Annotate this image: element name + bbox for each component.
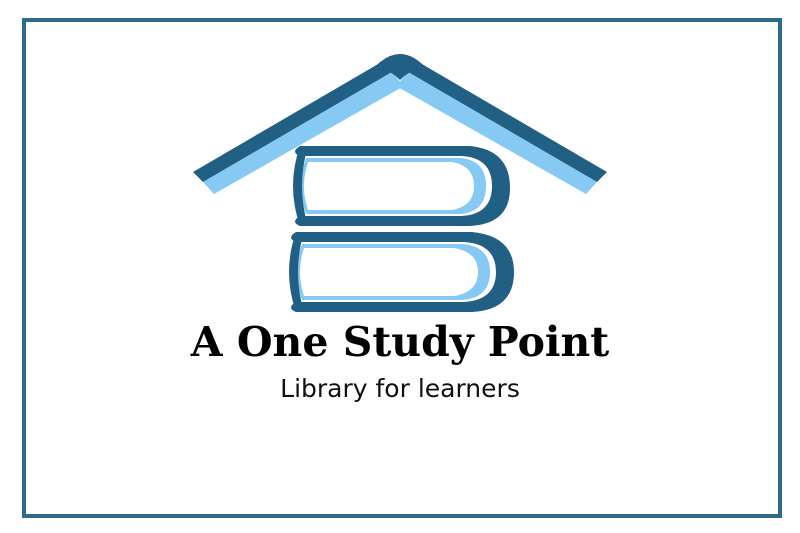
book-house-icon [193,54,607,312]
lower-book-icon [289,232,514,312]
upper-book-icon [293,146,510,226]
brand-title: A One Study Point [190,318,610,366]
brand-tagline: Library for learners [280,374,520,403]
